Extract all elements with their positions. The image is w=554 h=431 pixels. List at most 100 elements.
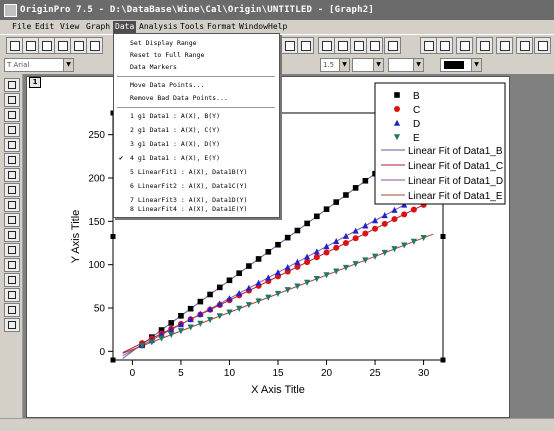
- app-icon: [4, 4, 17, 17]
- data-point: [294, 258, 301, 265]
- data-point: [197, 320, 204, 327]
- legend-label: B: [413, 91, 420, 102]
- menu-item-dataset-4[interactable]: ✔ 4 g1 Data1 : A(X), E(Y): [114, 153, 279, 164]
- legend-icon[interactable]: [476, 37, 493, 54]
- menu-item-fit-2[interactable]: 6 LinearFit2 : A(X), Data1C(Y): [114, 181, 279, 192]
- data-point: [323, 206, 330, 212]
- polygon-tool-icon[interactable]: [4, 288, 20, 302]
- data-point: [333, 268, 340, 275]
- plot-icon[interactable]: [350, 37, 367, 54]
- rescale-icon[interactable]: [456, 37, 473, 54]
- data-reader-icon[interactable]: [4, 123, 20, 137]
- new-project-icon[interactable]: [6, 37, 23, 54]
- chevron-down-icon[interactable]: ▼: [413, 59, 423, 71]
- text-tool-icon[interactable]: [4, 183, 20, 197]
- data-point: [314, 213, 320, 220]
- menu-tools[interactable]: Tools: [178, 21, 206, 33]
- menu-item-move-data-points[interactable]: Move Data Points...: [114, 80, 279, 91]
- menu-item-set-display-range[interactable]: Set Display Range: [114, 38, 279, 49]
- zoom-out-icon[interactable]: [436, 37, 453, 54]
- menu-help[interactable]: Help: [266, 21, 289, 33]
- data-selector-icon[interactable]: [4, 138, 20, 152]
- menu-window[interactable]: Window: [237, 21, 270, 33]
- color-combo[interactable]: ▼: [440, 58, 482, 72]
- new-function-icon[interactable]: [70, 37, 87, 54]
- menu-item-remove-bad-points[interactable]: Remove Bad Data Points...: [114, 93, 279, 104]
- pointer-icon[interactable]: [4, 78, 20, 92]
- menu-format[interactable]: Format: [205, 21, 238, 33]
- menu-graph[interactable]: Graph: [84, 21, 112, 33]
- zoom-tool-icon[interactable]: [4, 93, 20, 107]
- zoom-icon[interactable]: [281, 37, 298, 54]
- chevron-down-icon[interactable]: ▼: [471, 59, 481, 71]
- menu-view[interactable]: View: [58, 21, 81, 33]
- menu-item-dataset-3[interactable]: 3 g1 Data1 : A(X), D(Y): [114, 139, 279, 150]
- chevron-down-icon[interactable]: ▼: [339, 59, 349, 71]
- x-tick-label: 0: [130, 368, 136, 379]
- line-tool-icon[interactable]: [4, 228, 20, 242]
- poly-line-icon[interactable]: [4, 243, 20, 257]
- row-icon[interactable]: [334, 37, 351, 54]
- menu-edit[interactable]: Edit: [33, 21, 56, 33]
- data-point: [265, 249, 272, 255]
- menu-item-fit-4[interactable]: 8 LinearFit4 : A(X), Data1E(Y): [114, 204, 279, 215]
- data-point: [352, 261, 359, 268]
- freehand-tool-icon[interactable]: [4, 318, 20, 332]
- checkmark-icon: ✔: [119, 154, 124, 162]
- screen-reader-icon[interactable]: [4, 108, 20, 122]
- menu-file[interactable]: File: [10, 21, 33, 33]
- line-width-value: 1.5: [323, 61, 335, 69]
- font-combo[interactable]: T Arial ▼: [4, 58, 74, 72]
- open-icon[interactable]: [86, 37, 103, 54]
- data-point: [236, 270, 242, 276]
- data-point: [362, 230, 369, 237]
- chevron-down-icon[interactable]: ▼: [373, 59, 383, 71]
- circle-tool-icon[interactable]: [4, 273, 20, 287]
- menu-analysis[interactable]: Analysis: [137, 21, 180, 33]
- layer-icon[interactable]: [297, 37, 314, 54]
- data-point: [391, 246, 398, 253]
- column-icon[interactable]: [318, 37, 335, 54]
- data-point: [391, 216, 398, 223]
- data-point: [323, 272, 330, 279]
- curved-arrow-icon[interactable]: [4, 213, 20, 227]
- data-point: [294, 227, 301, 234]
- y-tick-label: 0: [99, 347, 105, 358]
- menu-data[interactable]: Data: [113, 21, 137, 33]
- zoom-in-icon[interactable]: [420, 37, 437, 54]
- print-icon[interactable]: [384, 37, 401, 54]
- chevron-down-icon[interactable]: ▼: [63, 59, 73, 71]
- fill-color-combo[interactable]: ▼: [388, 58, 424, 72]
- menu-item-fit-1[interactable]: 5 LinearFit1 : A(X), Data1B(Y): [114, 167, 279, 178]
- table-icon[interactable]: [366, 37, 383, 54]
- layer-tab[interactable]: 1: [29, 77, 41, 88]
- extract-icon[interactable]: [534, 37, 551, 54]
- menu-item-dataset-2[interactable]: 2 g1 Data1 : A(X), C(Y): [114, 125, 279, 136]
- data-point: [197, 298, 204, 305]
- region-tool-icon[interactable]: [4, 303, 20, 317]
- data-point: [410, 206, 417, 213]
- draw-data-icon[interactable]: [4, 153, 20, 167]
- data-point: [362, 177, 369, 184]
- line-style-combo[interactable]: ▼: [352, 58, 384, 72]
- menu-item-reset-full-range[interactable]: Reset to Full Range: [114, 50, 279, 61]
- x-tick-label: 20: [321, 368, 333, 379]
- new-graph-icon[interactable]: [38, 37, 55, 54]
- x-tick-label: 25: [369, 368, 381, 379]
- new-matrix-icon[interactable]: [54, 37, 71, 54]
- menu-item-data-markers[interactable]: Data Markers: [114, 62, 279, 73]
- merge-icon[interactable]: [516, 37, 533, 54]
- mask-icon[interactable]: [4, 168, 20, 182]
- arrow-tool-icon[interactable]: [4, 198, 20, 212]
- menu-bar: File Edit View Graph Data Analysis Tools…: [0, 20, 554, 34]
- new-worksheet-icon[interactable]: [22, 37, 39, 54]
- rectangle-tool-icon[interactable]: [4, 258, 20, 272]
- menu-item-dataset-1[interactable]: 1 g1 Data1 : A(X), B(Y): [114, 111, 279, 122]
- data-point: [265, 294, 272, 301]
- data-point: [304, 279, 311, 286]
- y-tick-label: 150: [88, 217, 105, 228]
- line-width-combo[interactable]: 1.5 ▼: [320, 58, 350, 72]
- layer-arrange-icon[interactable]: [496, 37, 513, 54]
- data-point: [333, 244, 340, 251]
- data-point: [394, 92, 400, 98]
